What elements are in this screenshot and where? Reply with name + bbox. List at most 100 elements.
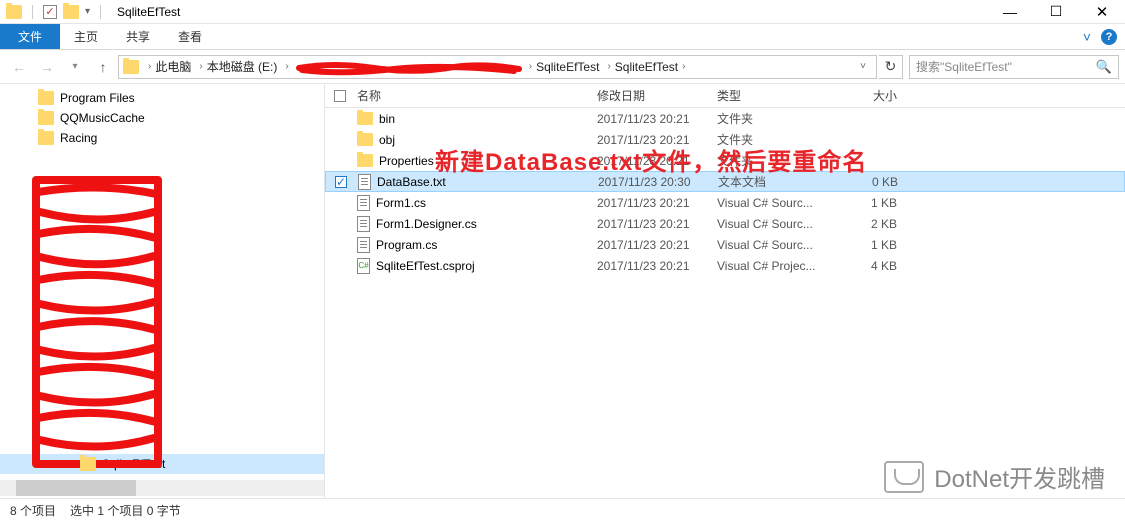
file-date: 2017/11/23 20:21 [597, 133, 717, 147]
file-row[interactable]: Properties 2017/11/23 20:21文件夹 [325, 150, 1125, 171]
nav-forward-button[interactable]: → [34, 54, 60, 80]
window-title: SqliteEfTest [111, 5, 180, 19]
file-type: Visual C# Projec... [717, 259, 839, 273]
file-type: 文件夹 [717, 152, 839, 169]
search-placeholder: 搜索"SqliteEfTest" [916, 58, 1012, 75]
wechat-icon [884, 461, 924, 493]
file-row[interactable]: bin 2017/11/23 20:21文件夹 [325, 108, 1125, 129]
file-date: 2017/11/23 20:21 [597, 259, 717, 273]
tree-item[interactable]: QQMusicCache [0, 108, 324, 128]
folder-icon [357, 112, 373, 125]
folder-icon [38, 91, 54, 105]
column-headers: 名称 修改日期 类型 大小 [325, 84, 1125, 108]
breadcrumb-folder-icon [123, 60, 139, 74]
file-type: Visual C# Sourc... [717, 238, 839, 252]
file-size: 1 KB [839, 196, 911, 210]
ribbon-expand-icon[interactable]: ˅ [1083, 29, 1091, 45]
file-list: 名称 修改日期 类型 大小 bin2017/11/23 20:21文件夹obj2… [325, 84, 1125, 498]
app-folder-icon [6, 5, 22, 19]
file-type: 文本文档 [718, 173, 840, 190]
minimize-button[interactable]: — [987, 0, 1033, 24]
crumb-pc[interactable]: 此电脑 [155, 58, 191, 75]
row-checkbox[interactable]: ✓ [326, 176, 356, 188]
ribbon-tab-share[interactable]: 共享 [112, 24, 164, 49]
file-name: Form1.Designer.cs [376, 217, 477, 231]
status-item-count: 8 个项目 [10, 502, 56, 519]
file-icon [357, 216, 370, 232]
file-date: 2017/11/23 20:21 [597, 112, 717, 126]
file-row[interactable]: Program.cs 2017/11/23 20:21Visual C# Sour… [325, 234, 1125, 255]
col-header-size[interactable]: 大小 [839, 87, 911, 104]
file-icon [358, 174, 371, 190]
redaction-scribble-tree [28, 172, 168, 472]
col-header-date[interactable]: 修改日期 [597, 87, 717, 104]
nav-history-dropdown[interactable]: ▾ [62, 54, 88, 80]
file-name: SqliteEfTest.csproj [376, 259, 475, 273]
crumb-folder1[interactable]: SqliteEfTest [536, 60, 599, 74]
folder-icon [38, 111, 54, 125]
file-type: Visual C# Sourc... [717, 196, 839, 210]
folder-icon [357, 154, 373, 167]
nav-up-button[interactable]: ↑ [90, 54, 116, 80]
close-button[interactable]: ✕ [1079, 0, 1125, 24]
col-header-type[interactable]: 类型 [717, 87, 839, 104]
file-size: 4 KB [839, 259, 911, 273]
header-checkbox[interactable] [334, 90, 346, 102]
file-type: 文件夹 [717, 110, 839, 127]
file-row[interactable]: Form1.Designer.cs 2017/11/23 20:21Visual … [325, 213, 1125, 234]
col-header-name[interactable]: 名称 [355, 87, 597, 104]
folder-icon [38, 131, 54, 145]
ribbon-tab-file[interactable]: 文件 [0, 24, 60, 49]
breadcrumb-dropdown-icon[interactable]: ˅ [854, 61, 872, 72]
watermark: DotNet开发跳槽 [884, 459, 1105, 494]
file-row[interactable]: ✓DataBase.txt2017/11/23 20:30文本文档0 KB [325, 171, 1125, 192]
file-type: Visual C# Sourc... [717, 217, 839, 231]
nav-back-button[interactable]: ← [6, 54, 32, 80]
refresh-button[interactable]: ↻ [879, 55, 903, 79]
help-icon[interactable]: ? [1101, 29, 1117, 45]
file-name: Properties [379, 154, 434, 168]
search-input[interactable]: 搜索"SqliteEfTest" 🔍 [909, 55, 1119, 79]
folder-icon [357, 133, 373, 146]
file-size: 1 KB [839, 238, 911, 252]
qat-folder-icon[interactable] [63, 5, 79, 19]
tree-horizontal-scrollbar[interactable] [0, 480, 324, 496]
file-row[interactable]: C# SqliteEfTest.csproj 2017/11/23 20:21Vis… [325, 255, 1125, 276]
file-name: Program.cs [376, 238, 437, 252]
file-date: 2017/11/23 20:21 [597, 154, 717, 168]
status-selection: 选中 1 个项目 0 字节 [70, 502, 181, 519]
file-name: bin [379, 112, 395, 126]
breadcrumb[interactable]: ›此电脑 ›本地磁盘 (E:) › ›SqliteEfTest ›SqliteE… [118, 55, 877, 79]
redaction-scribble [294, 58, 524, 76]
file-icon [357, 195, 370, 211]
title-bar: ✓ ▾ SqliteEfTest — ☐ ✕ [0, 0, 1125, 24]
nav-row: ← → ▾ ↑ ›此电脑 ›本地磁盘 (E:) › ›SqliteEfTest … [0, 50, 1125, 84]
tree-item[interactable]: Racing [0, 128, 324, 148]
qat-checkbox-icon[interactable]: ✓ [43, 5, 57, 19]
file-date: 2017/11/23 20:21 [597, 196, 717, 210]
file-date: 2017/11/23 20:21 [597, 238, 717, 252]
file-row[interactable]: obj 2017/11/23 20:21文件夹 [325, 129, 1125, 150]
maximize-button[interactable]: ☐ [1033, 0, 1079, 24]
file-size: 0 KB [840, 175, 912, 189]
file-name: Form1.cs [376, 196, 426, 210]
file-date: 2017/11/23 20:21 [597, 217, 717, 231]
nav-tree: Program Files QQMusicCache Racing Sqlite… [0, 84, 325, 498]
crumb-drive[interactable]: 本地磁盘 (E:) [207, 58, 278, 75]
file-name: obj [379, 133, 395, 147]
crumb-folder2[interactable]: SqliteEfTest [615, 60, 678, 74]
folder-icon [80, 457, 96, 471]
watermark-text: DotNet开发跳槽 [934, 459, 1105, 494]
csproj-icon: C# [357, 258, 370, 274]
ribbon-tab-home[interactable]: 主页 [60, 24, 112, 49]
ribbon: 文件 主页 共享 查看 ˅ ? [0, 24, 1125, 50]
ribbon-tab-view[interactable]: 查看 [164, 24, 216, 49]
file-icon [357, 237, 370, 253]
qat-dropdown-icon[interactable]: ▾ [85, 6, 90, 17]
file-row[interactable]: Form1.cs 2017/11/23 20:21Visual C# Sourc.… [325, 192, 1125, 213]
file-date: 2017/11/23 20:30 [598, 175, 718, 189]
file-type: 文件夹 [717, 131, 839, 148]
tree-item[interactable]: Program Files [0, 88, 324, 108]
search-icon[interactable]: 🔍 [1096, 59, 1112, 75]
file-size: 2 KB [839, 217, 911, 231]
